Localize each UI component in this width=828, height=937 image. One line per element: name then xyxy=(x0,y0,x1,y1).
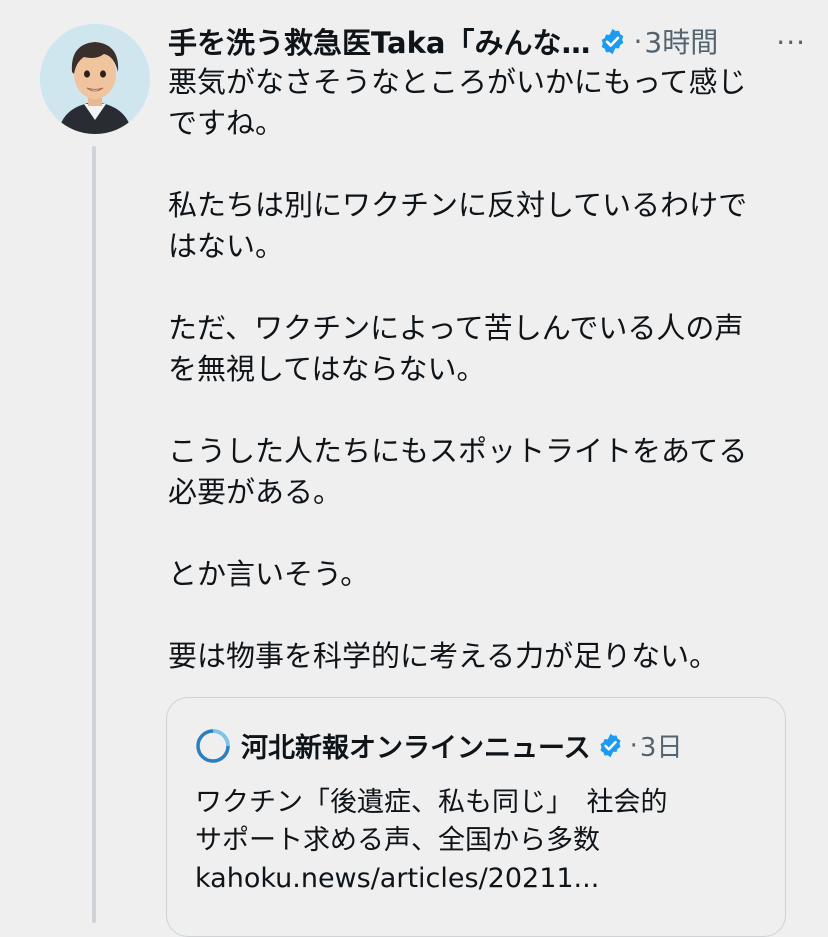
separator-dot: · xyxy=(629,730,638,761)
author-name[interactable]: 手を洗う救急医Taka「みんな… xyxy=(168,20,590,62)
quoted-tweet-body: ワクチン「後遺症、私も同じ」 社会的 サポート求める声、全国から多数 kahok… xyxy=(195,787,668,894)
avatar-illustration-icon xyxy=(40,24,150,134)
verified-badge-icon xyxy=(600,733,621,758)
separator-dot: · xyxy=(633,24,643,58)
tweet-timestamp[interactable]: 3時間 xyxy=(644,21,718,61)
author-avatar[interactable] xyxy=(40,24,150,134)
quoted-tweet-card[interactable]: 河北新報オンラインニュース · 3日 ワクチン「後遺症、私も同じ」 社会的 サポ… xyxy=(166,697,786,937)
quoted-tweet-header: 河北新報オンラインニュース · 3日 xyxy=(195,726,682,765)
thread-line xyxy=(92,146,96,923)
quoted-author-name[interactable]: 河北新報オンラインニュース xyxy=(241,726,591,765)
tweet-body: 悪気がなさそうなところがいかにもって感じ ですね。 私たちは別にワクチンに反対し… xyxy=(168,65,748,673)
verified-badge-icon xyxy=(602,28,624,54)
quoted-timestamp[interactable]: 3日 xyxy=(640,727,683,764)
kahoku-logo-icon xyxy=(196,728,230,763)
more-options-icon[interactable]: ··· xyxy=(776,26,806,59)
tweet-header: 手を洗う救急医Taka「みんな… · 3時間 ··· xyxy=(168,20,808,62)
